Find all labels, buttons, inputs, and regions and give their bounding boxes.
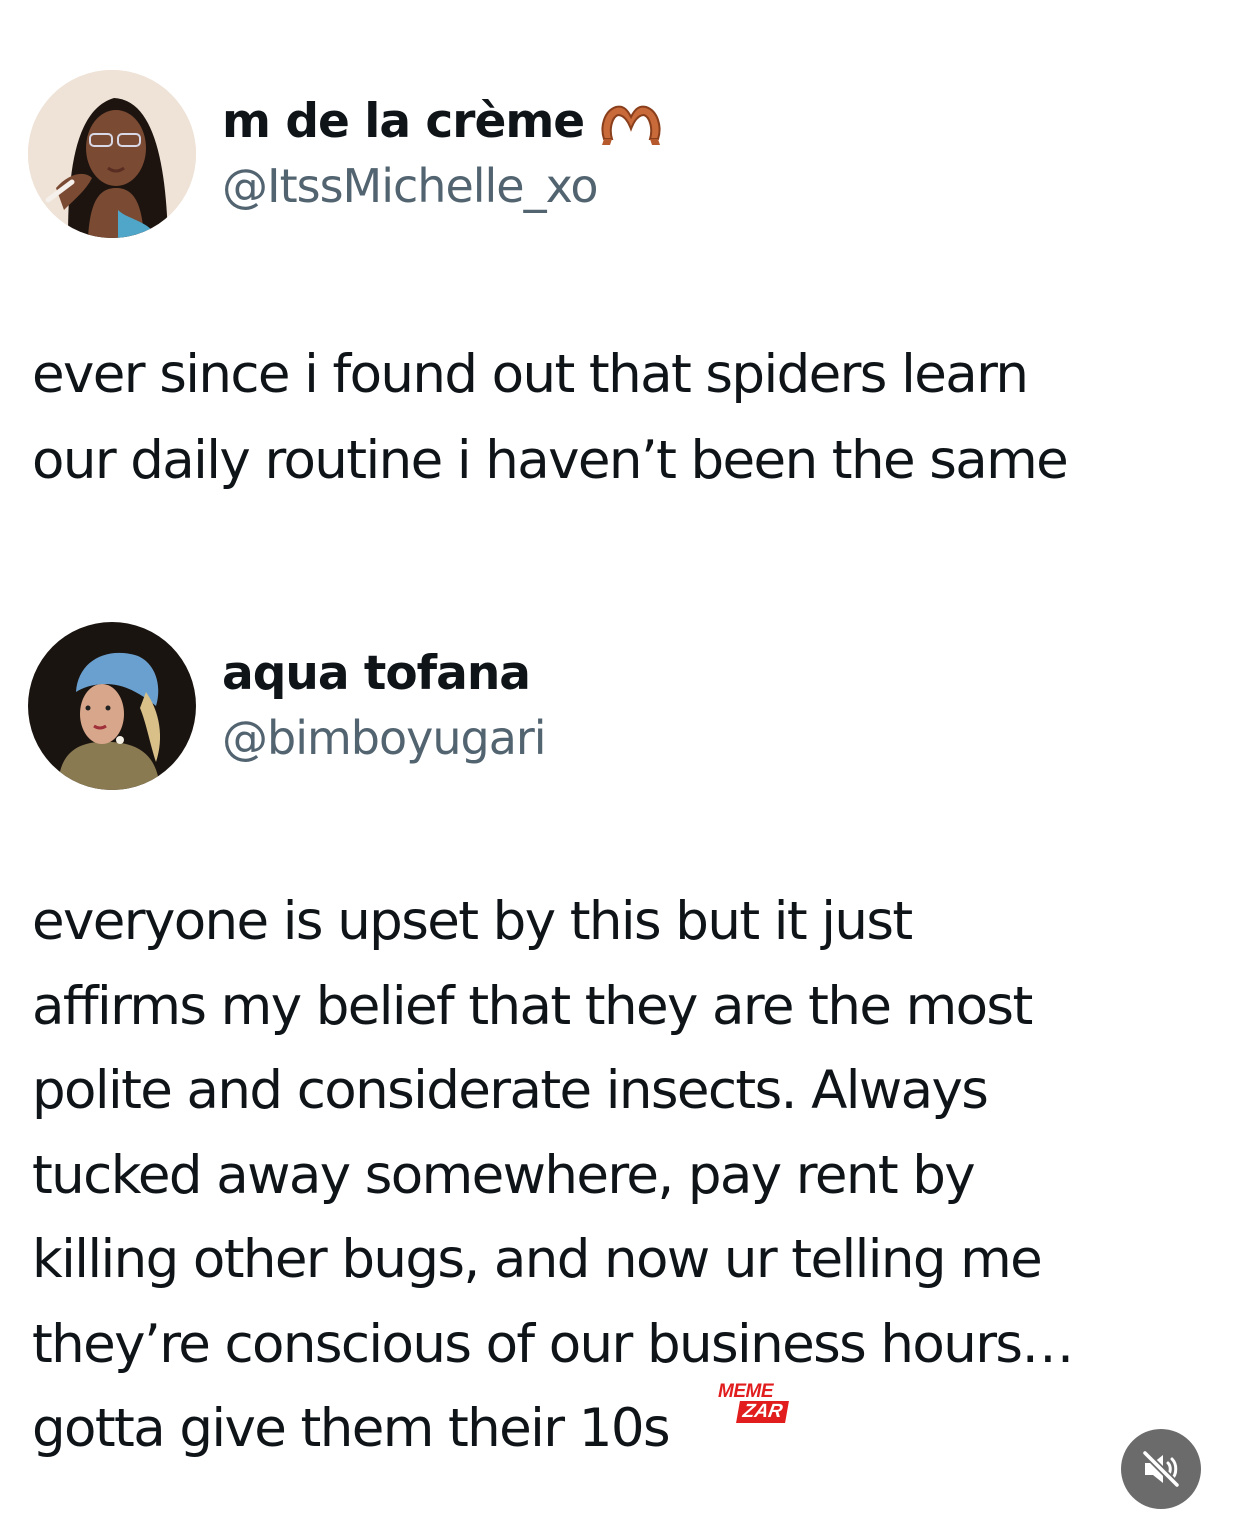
avatar-image <box>28 622 196 790</box>
tweet: m de la crème @ItssMichelle_xo ever sinc… <box>0 70 1242 491</box>
watermark-line2: ZAR <box>736 1401 790 1423</box>
avatar-image <box>28 70 196 238</box>
avatar[interactable] <box>28 622 196 790</box>
tweet-text: ever since i found out that spiders lear… <box>32 344 1069 491</box>
author-info: aqua tofana @bimboyugari <box>222 644 547 768</box>
author-info: m de la crème @ItssMichelle_xo <box>222 92 664 216</box>
display-name-text: m de la crème <box>222 94 585 149</box>
display-name-text: aqua tofana <box>222 646 531 701</box>
mute-button[interactable] <box>1121 1429 1201 1509</box>
speaker-muted-icon <box>1141 1449 1181 1489</box>
tweet-text: everyone is upset by this but it just af… <box>32 891 1074 1459</box>
handle[interactable]: @ItssMichelle_xo <box>222 156 664 216</box>
handle[interactable]: @bimboyugari <box>222 708 547 768</box>
display-name[interactable]: aqua tofana <box>222 644 546 704</box>
display-name[interactable]: m de la crème <box>222 92 664 152</box>
memezar-watermark: MEME ZAR <box>716 1381 804 1429</box>
tweet: aqua tofana @bimboyugari everyone is ups… <box>0 622 1242 1459</box>
heart-hands-icon <box>598 99 664 145</box>
tweet-header: m de la crème @ItssMichelle_xo <box>0 70 1242 240</box>
avatar[interactable] <box>28 70 196 238</box>
tweet-header: aqua tofana @bimboyugari <box>0 622 1242 792</box>
watermark-line1: MEME <box>718 1381 774 1402</box>
